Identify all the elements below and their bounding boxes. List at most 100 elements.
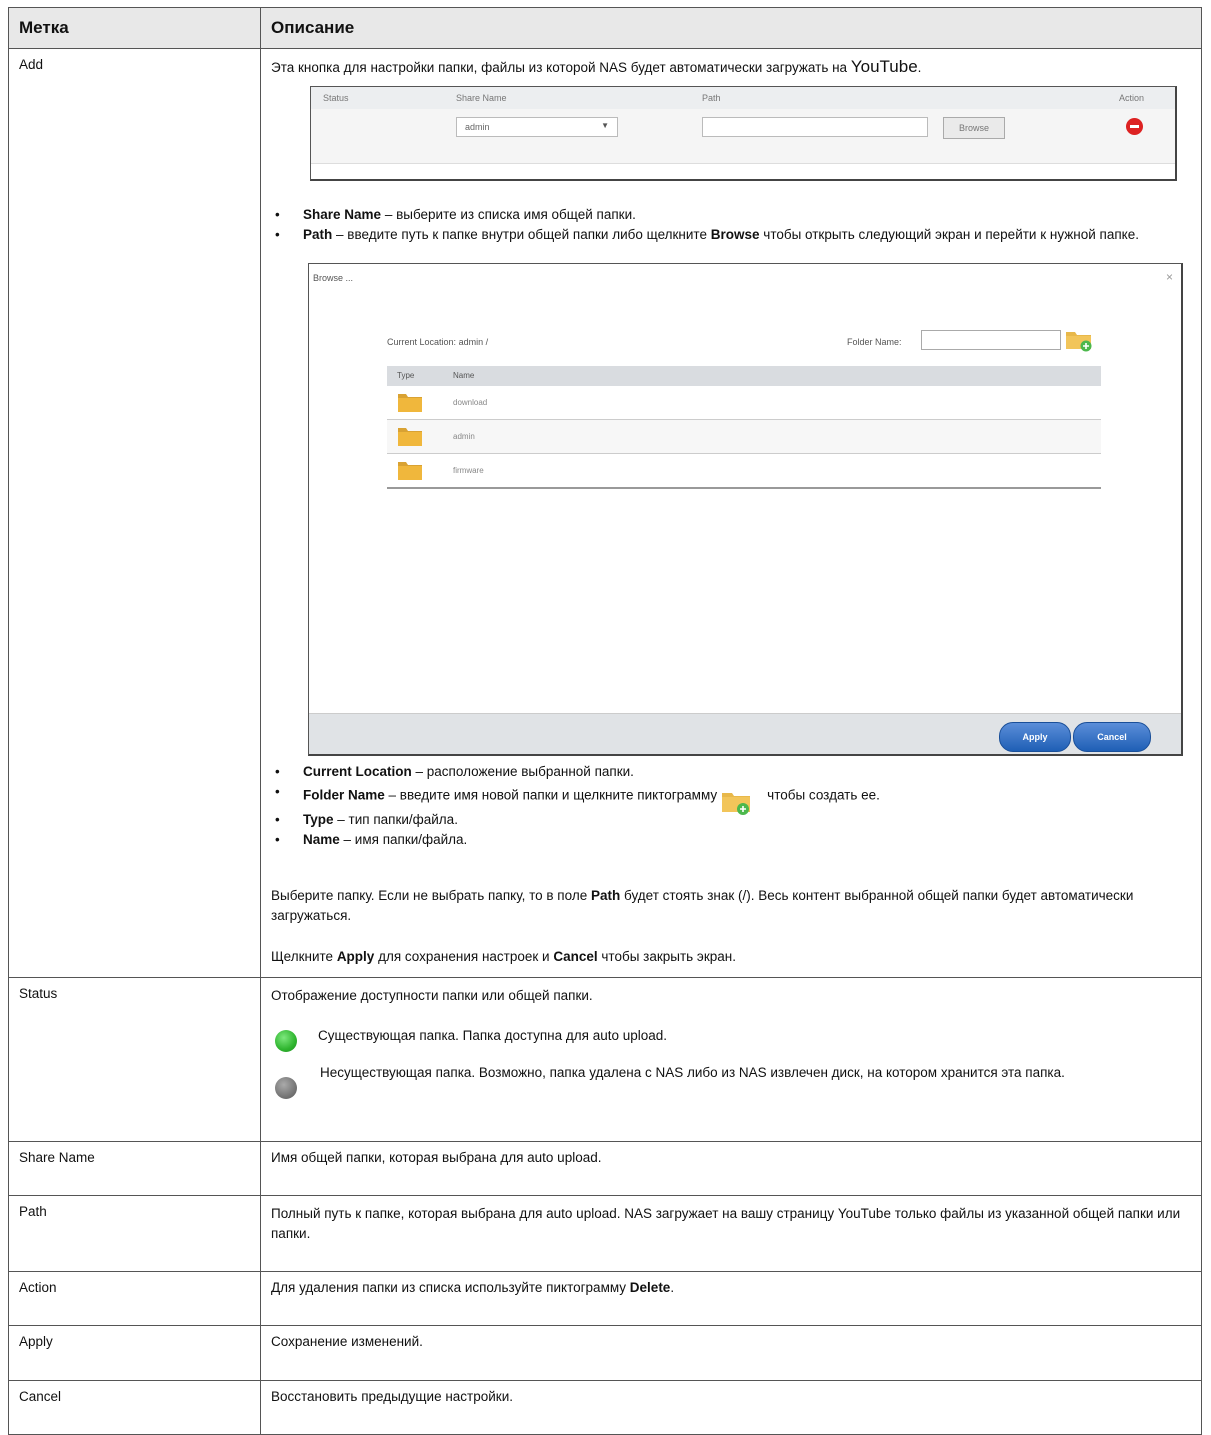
add-para-2: Щелкните Apply для сохранения настроек и…: [271, 947, 1191, 967]
add-intro-end: .: [917, 60, 922, 75]
bullet-text: чтобы создать ее.: [767, 787, 880, 803]
bullet-text: – тип папки/файла.: [337, 812, 458, 827]
term: Share Name: [303, 207, 382, 222]
folder-icon: [398, 462, 422, 480]
row-label-add: Add: [8, 48, 261, 978]
file-name: download: [453, 398, 488, 407]
row-desc-action: Для удаления папки из списка используйте…: [260, 1271, 1202, 1326]
term: Name: [303, 832, 340, 847]
row-label-cancel: Cancel: [8, 1380, 261, 1435]
file-list-header: Type Name: [387, 366, 1101, 386]
status-green-dot-icon: [275, 1030, 297, 1052]
term: Type: [303, 812, 334, 827]
col-share-name: Share Name: [456, 93, 507, 103]
bullet-share-name: Share Name – выберите из списка имя обще…: [271, 205, 1191, 225]
para-text: для сохранения настроек и: [378, 949, 550, 964]
share-config-row: admin ▼ Browse: [311, 109, 1175, 164]
row-label-share-name: Share Name: [8, 1141, 261, 1196]
add-intro: Эта кнопка для настройки папки, файлы из…: [271, 57, 1191, 78]
share-config-screenshot: Status Share Name Path Action admin ▼ Br…: [310, 86, 1177, 181]
bullet-type: Type – тип папки/файла.: [271, 810, 1191, 830]
folder-icon: [398, 428, 422, 446]
row-desc-status: Отображение доступности папки или общей …: [260, 977, 1202, 1142]
bullet-text: – выберите из списка имя общей папки.: [384, 207, 636, 222]
bullet-current-location: Current Location – расположение выбранно…: [271, 762, 1191, 782]
header-description: Описание: [260, 7, 1202, 49]
para-text: Выберите папку. Если не выбрать папку, т…: [271, 888, 588, 903]
para-text: Щелкните: [271, 949, 334, 964]
folder-name-input[interactable]: [921, 330, 1061, 350]
term: Folder Name: [303, 787, 385, 803]
folder-name-label: Folder Name:: [847, 337, 902, 347]
term: Path: [303, 227, 333, 242]
status-intro: Отображение доступности папки или общей …: [271, 988, 593, 1003]
bullet-text: – имя папки/файла.: [343, 832, 468, 847]
share-config-header: Status Share Name Path Action: [311, 87, 1175, 110]
row-desc-add: Эта кнопка для настройки папки, файлы из…: [260, 48, 1202, 978]
bullet-list-2: Current Location – расположение выбранно…: [271, 762, 1191, 850]
browse-dialog-screenshot: Browse ... × Current Location: admin / F…: [308, 263, 1183, 756]
folder-icon: [398, 394, 422, 412]
add-para-1: Выберите папку. Если не выбрать папку, т…: [271, 886, 1191, 926]
bullet-name: Name – имя папки/файла.: [271, 830, 1191, 850]
col-name: Name: [453, 371, 475, 380]
file-name: firmware: [453, 466, 484, 475]
row-desc-path: Полный путь к папке, которая выбрана для…: [260, 1195, 1202, 1272]
apply-button[interactable]: Apply: [999, 722, 1071, 752]
col-type: Type: [397, 371, 415, 380]
row-desc-cancel: Восстановить предыдущие настройки.: [260, 1380, 1202, 1435]
term: Browse: [710, 227, 760, 242]
col-action: Action: [1119, 93, 1145, 103]
chevron-down-icon: ▼: [601, 121, 609, 130]
bullet-text: – введите путь к папке внутри общей папк…: [336, 227, 707, 242]
para-text: чтобы закрыть экран.: [601, 949, 736, 964]
browse-button[interactable]: Browse: [943, 117, 1005, 139]
term: Delete: [629, 1280, 671, 1295]
file-row[interactable]: firmware: [387, 454, 1101, 489]
cancel-button[interactable]: Cancel: [1073, 722, 1151, 752]
file-row[interactable]: download: [387, 386, 1101, 420]
browse-title: Browse ...: [313, 273, 354, 283]
action-text: Для удаления папки из списка используйте…: [271, 1280, 627, 1295]
share-name-value: admin: [465, 122, 490, 132]
file-row[interactable]: admin: [387, 420, 1101, 454]
term: Cancel: [553, 949, 598, 964]
row-label-path: Path: [8, 1195, 261, 1272]
term: Path: [590, 888, 621, 903]
path-input[interactable]: [702, 117, 928, 137]
browse-footer: Apply Cancel: [309, 713, 1181, 754]
row-label-action: Action: [8, 1271, 261, 1326]
bullet-text: чтобы открыть следующий экран и перейти …: [763, 227, 1139, 242]
term: Current Location: [303, 764, 412, 779]
current-location-value: admin /: [458, 337, 489, 347]
bullet-text: – расположение выбранной папки.: [415, 764, 634, 779]
new-folder-icon[interactable]: [1065, 328, 1093, 352]
add-intro-brand: YouTube: [850, 57, 918, 76]
status-gray-text: Несуществующая папка. Возможно, папка уд…: [320, 1065, 1065, 1080]
row-desc-share-name: Имя общей папки, которая выбрана для aut…: [260, 1141, 1202, 1196]
action-text-end: .: [670, 1280, 675, 1295]
delete-icon[interactable]: [1126, 118, 1143, 135]
bullet-path: Path – введите путь к папке внутри общей…: [271, 225, 1191, 245]
description-table: Метка Описание Add Эта кнопка для настро…: [8, 7, 1202, 1435]
close-icon[interactable]: ×: [1166, 270, 1173, 284]
row-desc-apply: Сохранение изменений.: [260, 1325, 1202, 1381]
term: Apply: [336, 949, 375, 964]
header-label: Метка: [8, 7, 261, 49]
bullet-text: – введите имя новой папки и щелкните пик…: [388, 787, 718, 803]
col-status: Status: [323, 93, 349, 103]
bullet-list-1: Share Name – выберите из списка имя обще…: [271, 205, 1191, 245]
browse-file-list: Type Name download admin firmware: [387, 366, 1101, 489]
bullet-folder-name: Folder Name – введите имя новой папки и …: [271, 782, 1191, 815]
status-gray-dot-icon: [275, 1077, 297, 1099]
col-path: Path: [702, 93, 721, 103]
add-intro-text: Эта кнопка для настройки папки, файлы из…: [271, 60, 848, 75]
browse-title-bar: Browse ... ×: [309, 264, 1181, 290]
file-name: admin: [453, 432, 475, 441]
row-label-apply: Apply: [8, 1325, 261, 1381]
status-green-text: Существующая папка. Папка доступна для a…: [318, 1028, 668, 1043]
share-name-select[interactable]: admin ▼: [456, 117, 618, 137]
current-location: Current Location: admin /: [387, 337, 488, 347]
current-location-label: Current Location:: [387, 337, 457, 347]
row-label-status: Status: [8, 977, 261, 1142]
